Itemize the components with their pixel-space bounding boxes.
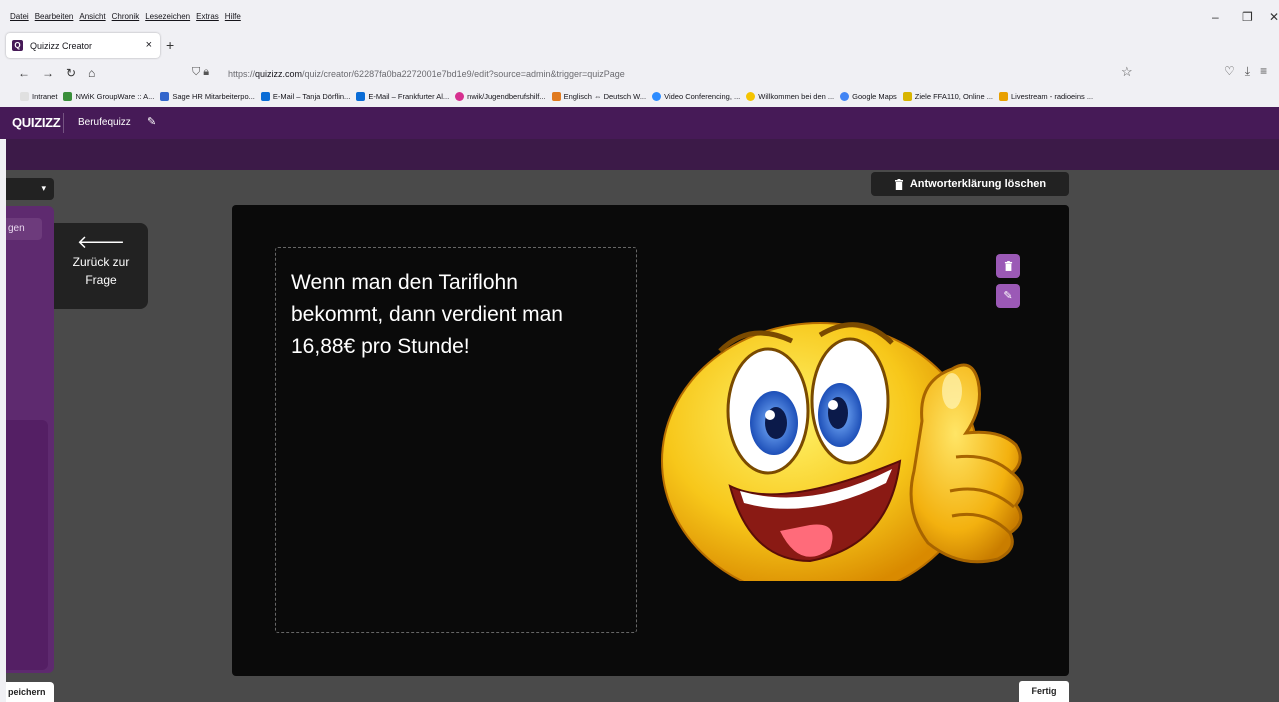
menu-bearbeiten[interactable]: Bearbeiten [35, 12, 74, 21]
left-panel-inner [6, 420, 48, 670]
menu-items: Datei Bearbeiten Ansicht Chronik Lesezei… [10, 12, 241, 21]
restore-icon[interactable]: ❐ [1242, 10, 1253, 24]
new-tab-icon[interactable]: + [166, 37, 174, 53]
shield-lock-icon: ⛉ 🔒︎ [192, 66, 210, 78]
bookmark-icon [63, 92, 73, 101]
browser-menubar: Datei Bearbeiten Ansicht Chronik Lesezei… [0, 0, 1279, 33]
done-button[interactable]: Fertig [1019, 681, 1069, 702]
bookmark-item[interactable]: nwik/Jugendberufshilf... [455, 92, 546, 101]
header-divider [63, 113, 64, 133]
edit-title-pencil-icon[interactable]: ✎ [147, 115, 156, 128]
explanation-slide: Wenn man den Tariflohn bekommt, dann ver… [232, 205, 1069, 676]
dictionary-icon [551, 92, 561, 101]
quizizz-logo[interactable]: QUIZIZZ [12, 115, 61, 130]
arrow-left-icon: 🡐 [76, 232, 126, 252]
question-type-dropdown[interactable]: ▾ [6, 178, 54, 200]
bookmark-icon [746, 92, 756, 101]
outlook-icon [260, 92, 270, 101]
reload-icon[interactable]: ↻ [66, 66, 76, 80]
bookmark-item[interactable]: Livestream - radioeins ... [998, 92, 1093, 101]
bookmark-icon [160, 92, 170, 101]
google-icon [840, 92, 850, 101]
app-subheader [6, 139, 1279, 170]
forward-arrow-icon[interactable]: → [42, 66, 54, 80]
back-to-question-button[interactable]: 🡐 Zurück zur Frage [54, 223, 148, 309]
bookmark-item[interactable]: Google Maps [840, 92, 897, 101]
bookmark-item[interactable]: Sage HR Mitarbeiterpo... [160, 92, 255, 101]
home-icon[interactable]: ⌂ [88, 66, 95, 80]
left-panel-pill[interactable]: gen [6, 218, 42, 240]
menu-lesezeichen[interactable]: Lesezeichen [145, 12, 190, 21]
left-side-panel: gen [6, 206, 54, 673]
back-arrow-icon[interactable]: ← [18, 66, 30, 80]
app-header: QUIZIZZ Berufequizz ✎ [0, 107, 1279, 139]
pocket-icon[interactable]: ♡ [1224, 64, 1235, 79]
bookmark-item[interactable]: NWiK GroupWare :: A... [63, 92, 154, 101]
menu-datei[interactable]: Datei [10, 12, 29, 21]
toolbar-right-icons: ♡ ⤓ ≡ [1224, 64, 1267, 79]
back-label-line2: Frage [85, 273, 117, 287]
url-text: https://quizizz.com/quiz/creator/62287fa… [228, 69, 625, 79]
url-bar[interactable]: ⛉ 🔒︎ https://quizizz.com/quiz/creator/62… [186, 62, 1146, 86]
menu-extras[interactable]: Extras [196, 12, 219, 21]
zoom-icon [652, 92, 662, 101]
bookmark-icon [20, 92, 29, 101]
minimize-icon[interactable]: – [1212, 10, 1219, 24]
bookmark-item[interactable]: Englisch ⇔ Deutsch W... [551, 92, 646, 101]
quiz-title[interactable]: Berufequizz [78, 117, 131, 128]
explanation-text[interactable]: Wenn man den Tariflohn bekommt, dann ver… [291, 267, 611, 363]
close-window-icon[interactable]: ✕ [1269, 10, 1279, 24]
close-tab-icon[interactable]: × [146, 39, 152, 51]
bookmark-item[interactable]: Video Conferencing, ... [652, 92, 740, 101]
bookmark-item[interactable]: Intranet [20, 92, 57, 101]
browser-tab[interactable]: Q Quizizz Creator × [6, 33, 160, 58]
delete-explanation-label: Antworterklärung löschen [909, 178, 1047, 190]
bookmarks-bar: Intranet NWiK GroupWare :: A... Sage HR … [0, 88, 1279, 105]
edit-image-pencil-icon[interactable]: ✎ [996, 284, 1020, 308]
trash-icon [894, 178, 903, 190]
bookmark-item[interactable]: Ziele FFA110, Online ... [902, 92, 993, 101]
hamburger-menu-icon[interactable]: ≡ [1260, 64, 1267, 79]
save-button[interactable]: peichern [6, 682, 54, 702]
menu-chronik[interactable]: Chronik [112, 12, 140, 21]
tab-title: Quizizz Creator [30, 41, 93, 51]
thumbs-up-emoji-icon[interactable] [660, 311, 1040, 581]
bookmark-icon [902, 92, 912, 101]
caret-down-icon: ▾ [41, 183, 46, 193]
back-label-line1: Zurück zur [72, 255, 130, 269]
bookmark-item[interactable]: E-Mail – Frankfurter Al... [356, 92, 449, 101]
bookmark-item[interactable]: E-Mail – Tanja Dörflin... [260, 92, 350, 101]
explanation-textbox[interactable]: Wenn man den Tariflohn bekommt, dann ver… [275, 247, 637, 633]
menu-ansicht[interactable]: Ansicht [79, 12, 105, 21]
download-icon[interactable]: ⤓ [1245, 64, 1250, 79]
quizizz-favicon-icon: Q [12, 40, 23, 51]
bookmark-star-icon[interactable]: ☆ [1121, 64, 1133, 80]
bookmark-icon [998, 92, 1008, 101]
instagram-icon [455, 92, 465, 101]
outlook-icon [356, 92, 366, 101]
delete-explanation-button[interactable]: Antworterklärung löschen [871, 172, 1069, 196]
bookmark-item[interactable]: Willkommen bei den ... [746, 92, 834, 101]
menu-hilfe[interactable]: Hilfe [225, 12, 241, 21]
delete-image-trash-icon[interactable] [996, 254, 1020, 278]
